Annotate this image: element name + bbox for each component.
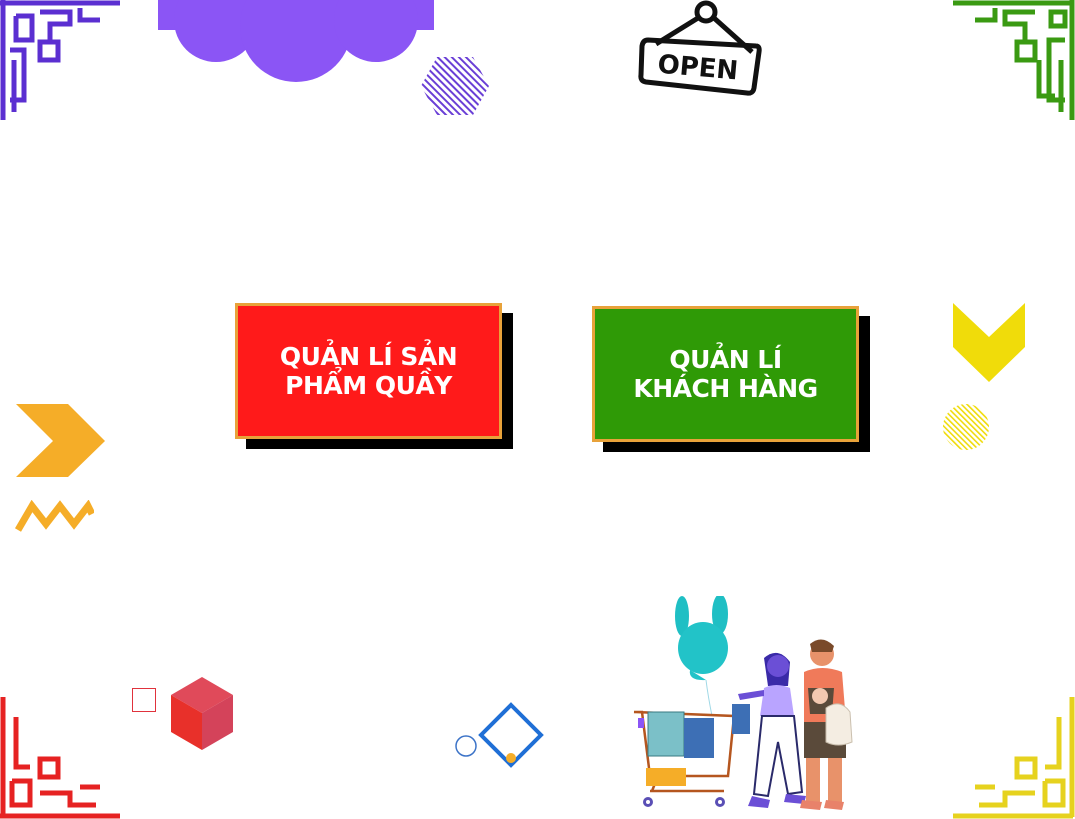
manage-customers-button[interactable]: QUẢN LÍ KHÁCH HÀNG: [592, 306, 859, 442]
corner-ornament-top-left-icon: [0, 0, 120, 120]
cloud-icon: [158, 0, 434, 82]
corner-ornament-bottom-right-icon: [953, 697, 1075, 819]
circle-icon: [943, 404, 989, 450]
square-outline-icon: [132, 688, 156, 712]
chevron-down-icon: [953, 303, 1025, 382]
diamond-icon: [455, 702, 544, 768]
cube-icon: [171, 677, 233, 750]
corner-ornament-top-right-icon: [953, 0, 1075, 120]
open-sign-icon: OPEN: [638, 0, 762, 96]
shoppers-illustration-icon: [633, 596, 853, 810]
hexagon-icon: [421, 57, 489, 115]
chevron-right-icon: [16, 404, 105, 477]
zigzag-icon: [14, 500, 94, 532]
corner-ornament-bottom-left-icon: [0, 697, 120, 819]
manage-counter-products-button[interactable]: QUẢN LÍ SẢN PHẨM QUẦY: [235, 303, 502, 439]
open-sign-text: OPEN: [656, 50, 739, 87]
